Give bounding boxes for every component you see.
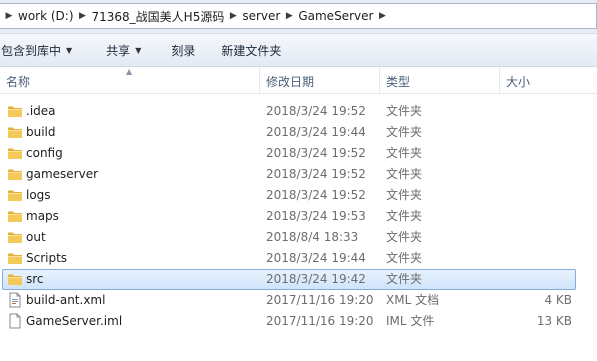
file-type: 文件夹 <box>386 167 423 181</box>
share-label: 共享 <box>106 43 131 58</box>
file-row[interactable]: logs 2018/3/24 19:52 文件夹 <box>0 185 597 206</box>
file-size <box>500 206 572 227</box>
file-type: IML 文件 <box>386 314 435 328</box>
file-name: logs <box>26 188 51 202</box>
file-modified-date: 2018/8/4 18:33 <box>266 230 359 244</box>
file-size <box>500 227 572 248</box>
file-size <box>500 143 572 164</box>
file-row[interactable]: build-ant.xml 2017/11/16 19:20 XML 文档 4 KB <box>0 290 597 311</box>
folder-icon <box>7 187 23 203</box>
file-modified-date: 2018/3/24 19:52 <box>266 167 366 181</box>
column-headers: ▲ 名称 修改日期 类型 大小 <box>0 67 597 94</box>
file-type: XML 文档 <box>386 293 440 307</box>
breadcrumb-server[interactable]: server <box>240 5 282 27</box>
file-name: out <box>26 230 46 244</box>
folder-icon <box>7 124 23 140</box>
file-name: config <box>26 146 63 160</box>
file-name: GameServer.iml <box>26 314 123 328</box>
file-modified-date: 2017/11/16 19:20 <box>266 293 374 307</box>
file-modified-date: 2018/3/24 19:52 <box>266 146 366 160</box>
file-modified-date: 2018/3/24 19:44 <box>266 125 366 139</box>
file-row[interactable]: config 2018/3/24 19:52 文件夹 <box>0 143 597 164</box>
file-name: maps <box>26 209 59 223</box>
file-modified-date: 2018/3/24 19:53 <box>266 209 366 223</box>
file-size: 4 KB <box>544 293 572 307</box>
include-in-library-label: 包含到库中 <box>1 43 62 58</box>
file-size <box>500 185 572 206</box>
new-folder-button[interactable]: 新建文件夹 <box>213 38 289 62</box>
file-icon <box>7 313 23 329</box>
file-modified-date: 2018/3/24 19:44 <box>266 251 366 265</box>
dropdown-arrow-icon: ▼ <box>66 45 73 55</box>
file-type: 文件夹 <box>386 104 423 118</box>
folder-icon <box>7 208 23 224</box>
folder-icon <box>7 166 23 182</box>
file-name: .idea <box>26 104 56 118</box>
xml-file-icon <box>7 292 23 308</box>
command-bar: 包含到库中 ▼ 共享 ▼ 刻录 新建文件夹 <box>0 34 597 67</box>
file-row[interactable]: src 2018/3/24 19:42 文件夹 <box>0 269 597 290</box>
share-button[interactable]: 共享 ▼ <box>98 38 149 62</box>
folder-icon <box>7 145 23 161</box>
file-size <box>500 101 572 122</box>
file-row[interactable]: gameserver 2018/3/24 19:52 文件夹 <box>0 164 597 185</box>
burn-button[interactable]: 刻录 <box>163 38 203 62</box>
file-name: build-ant.xml <box>26 293 106 307</box>
address-bar: ▶ work (D:) ▶ 71368_战国美人H5源码 ▶ server ▶ … <box>0 0 597 34</box>
file-type: 文件夹 <box>386 272 423 286</box>
folder-icon <box>7 271 23 287</box>
file-size <box>500 164 572 185</box>
file-modified-date: 2018/3/24 19:52 <box>266 188 366 202</box>
breadcrumb-gameserver[interactable]: GameServer <box>296 5 375 27</box>
file-modified-date: 2018/3/24 19:52 <box>266 104 366 118</box>
chevron-right-icon[interactable]: ▶ <box>226 5 240 27</box>
file-type: 文件夹 <box>386 209 423 223</box>
file-name: src <box>26 272 44 286</box>
file-size <box>500 248 572 269</box>
file-type: 文件夹 <box>386 125 423 139</box>
file-size <box>500 122 572 143</box>
column-header-size[interactable]: 大小 <box>500 68 597 94</box>
column-header-type-label: 类型 <box>386 74 411 89</box>
file-type: 文件夹 <box>386 230 423 244</box>
file-row[interactable]: GameServer.iml 2017/11/16 19:20 IML 文件 13 K… <box>0 311 597 332</box>
file-size: 13 KB <box>536 314 572 328</box>
file-row[interactable]: maps 2018/3/24 19:53 文件夹 <box>0 206 597 227</box>
file-type: 文件夹 <box>386 146 423 160</box>
folder-icon <box>7 229 23 245</box>
breadcrumb-project[interactable]: 71368_战国美人H5源码 <box>90 5 227 27</box>
file-row[interactable]: out 2018/8/4 18:33 文件夹 <box>0 227 597 248</box>
file-name: build <box>26 125 56 139</box>
file-size <box>500 269 572 290</box>
file-row[interactable]: Scripts 2018/3/24 19:44 文件夹 <box>0 248 597 269</box>
column-header-type[interactable]: 类型 <box>380 68 500 94</box>
file-row[interactable]: .idea 2018/3/24 19:52 文件夹 <box>0 101 597 122</box>
folder-icon <box>7 103 23 119</box>
file-modified-date: 2017/11/16 19:20 <box>266 314 374 328</box>
chevron-right-icon[interactable]: ▶ <box>375 5 389 27</box>
file-modified-date: 2018/3/24 19:42 <box>266 272 366 286</box>
chevron-right-icon[interactable]: ▶ <box>2 5 16 27</box>
file-name: Scripts <box>26 251 68 265</box>
chevron-right-icon[interactable]: ▶ <box>76 5 90 27</box>
chevron-right-icon[interactable]: ▶ <box>282 5 296 27</box>
include-in-library-button[interactable]: 包含到库中 ▼ <box>0 38 80 62</box>
column-header-size-label: 大小 <box>506 74 531 89</box>
column-header-date-label: 修改日期 <box>266 74 315 89</box>
file-type: 文件夹 <box>386 251 423 265</box>
folder-icon <box>7 250 23 266</box>
breadcrumb[interactable]: ▶ work (D:) ▶ 71368_战国美人H5源码 ▶ server ▶ … <box>0 3 597 29</box>
dropdown-arrow-icon: ▼ <box>135 45 142 55</box>
breadcrumb-drive[interactable]: work (D:) <box>16 5 76 27</box>
file-list: .idea 2018/3/24 19:52 文件夹 build 2018/3/24 19… <box>0 101 597 332</box>
file-name: gameserver <box>26 167 99 181</box>
column-header-name[interactable]: 名称 <box>0 68 260 94</box>
column-header-name-label: 名称 <box>6 74 31 89</box>
column-header-date[interactable]: 修改日期 <box>260 68 380 94</box>
file-row[interactable]: build 2018/3/24 19:44 文件夹 <box>0 122 597 143</box>
file-type: 文件夹 <box>386 188 423 202</box>
